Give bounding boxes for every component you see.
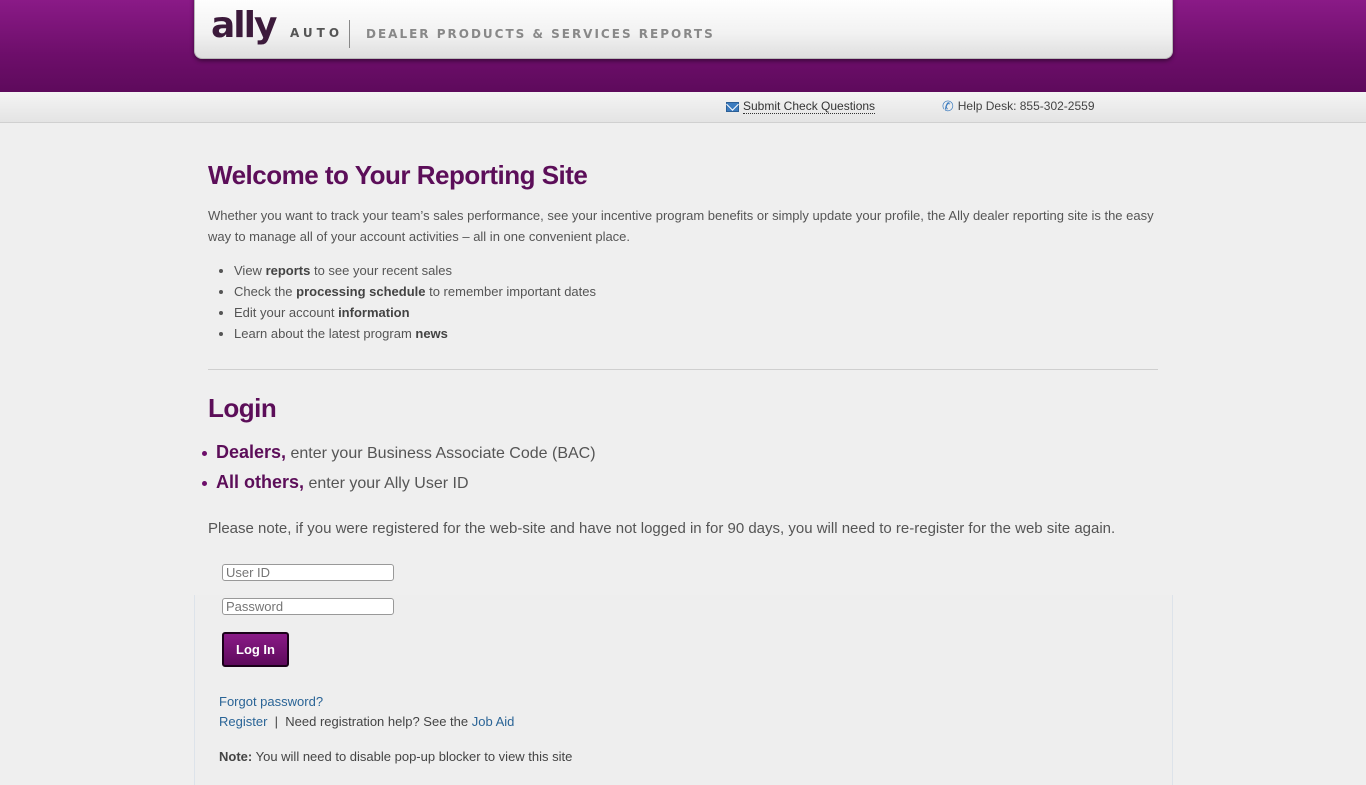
utility-bar: Submit Check Questions ✆ Help Desk: 855-… <box>0 92 1366 123</box>
job-aid-link[interactable]: Job Aid <box>472 714 515 729</box>
password-input[interactable] <box>222 598 394 615</box>
login-title: Login <box>208 393 277 423</box>
popup-note: Note: You will need to disable pop-up bl… <box>219 749 572 764</box>
submit-check-label[interactable]: Submit Check Questions <box>743 99 876 114</box>
instruction-item: All others, enter your Ally User ID <box>202 468 1158 498</box>
feature-item: View reports to see your recent sales <box>234 260 1158 281</box>
help-desk: ✆ Help Desk: 855-302-2559 <box>942 99 1095 113</box>
instruction-item: Dealers, enter your Business Associate C… <box>202 438 1158 468</box>
forgot-password-link[interactable]: Forgot password? <box>219 694 323 709</box>
feature-item: Check the processing schedule to remembe… <box>234 281 1158 302</box>
help-desk-label: Help Desk: 855-302-2559 <box>957 99 1095 113</box>
note-text: You will need to disable pop-up blocker … <box>255 749 573 764</box>
feature-list: View reports to see your recent sales Ch… <box>208 260 1158 344</box>
user-id-input[interactable] <box>222 564 394 581</box>
register-link[interactable]: Register <box>219 714 267 729</box>
mail-icon <box>726 101 739 112</box>
header-divider <box>349 20 350 48</box>
site-title: DEALER PRODUCTS & SERVICES REPORTS <box>366 27 715 41</box>
note-label: Note: <box>219 749 253 764</box>
link-separator: | <box>274 714 279 729</box>
main-content: Welcome to Your Reporting Site Whether y… <box>202 160 1158 537</box>
header-card: ally AUTO DEALER PRODUCTS & SERVICES REP… <box>194 0 1173 59</box>
feature-item: Edit your account information <box>234 302 1158 323</box>
login-button[interactable]: Log In <box>222 632 289 667</box>
login-instructions: Dealers, enter your Business Associate C… <box>202 438 1158 498</box>
section-divider <box>208 369 1158 370</box>
reregister-note: Please note, if you were registered for … <box>208 520 1116 537</box>
welcome-title: Welcome to Your Reporting Site <box>208 160 588 190</box>
phone-icon: ✆ <box>942 98 954 114</box>
register-row: Register | Need registration help? See t… <box>219 714 514 729</box>
registration-help-text: Need registration help? See the <box>285 714 469 729</box>
forgot-row: Forgot password? <box>219 694 323 709</box>
logo-subtitle: AUTO <box>290 26 344 40</box>
submit-check-link[interactable]: Submit Check Questions <box>726 99 876 114</box>
ally-logo[interactable]: ally <box>211 6 277 46</box>
feature-item: Learn about the latest program news <box>234 323 1158 344</box>
intro-text: Whether you want to track your team’s sa… <box>208 208 1154 244</box>
